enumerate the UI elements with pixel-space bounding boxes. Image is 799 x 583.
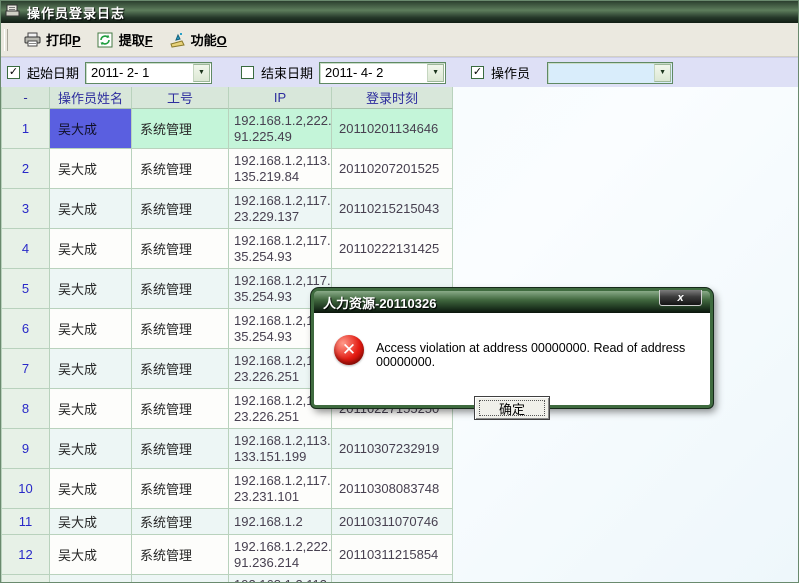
selected-cell[interactable]: 吴大成 bbox=[50, 109, 132, 149]
function-hotkey: O bbox=[217, 33, 227, 48]
header-employee-id: 工号 bbox=[132, 87, 229, 109]
end-date-checkbox[interactable] bbox=[241, 66, 254, 79]
window-titlebar: 操作员登录日志 bbox=[1, 1, 798, 23]
table-row[interactable]: 1 吴大成 系统管理 192.168.1.2,222.91.225.49 201… bbox=[2, 109, 453, 149]
function-label: 功能 bbox=[191, 33, 217, 48]
refresh-page-icon bbox=[97, 32, 114, 48]
printer-icon bbox=[24, 32, 41, 48]
window-icon bbox=[5, 4, 22, 20]
table-row[interactable]: 2 吴大成 系统管理 192.168.1.2,113.135.219.84 20… bbox=[2, 149, 453, 189]
start-date-combobox[interactable]: 2011- 2- 1 ▼ bbox=[85, 62, 212, 84]
check-icon: ✓ bbox=[473, 67, 482, 78]
ok-button-label: 确定 bbox=[479, 400, 545, 416]
table-header-row: - 操作员姓名 工号 IP 登录时刻 bbox=[2, 87, 453, 109]
error-message: Access violation at address 00000000. Re… bbox=[376, 341, 702, 369]
table-row[interactable]: 11 吴大成 系统管理 192.168.1.2 20110311070746 bbox=[2, 509, 453, 535]
dropdown-arrow-icon[interactable]: ▼ bbox=[654, 64, 671, 82]
error-dialog-title: 人力资源-20110326 bbox=[323, 293, 436, 312]
check-icon: ✓ bbox=[9, 67, 18, 78]
end-date-value: 2011- 4- 2 bbox=[320, 65, 427, 80]
dropdown-arrow-icon[interactable]: ▼ bbox=[427, 64, 444, 82]
table-row[interactable]: 3 吴大成 系统管理 192.168.1.2,117.23.229.137 20… bbox=[2, 189, 453, 229]
error-icon: ✕ bbox=[334, 335, 364, 365]
print-button[interactable]: 打印P bbox=[16, 27, 89, 52]
header-ip: IP bbox=[229, 87, 332, 109]
close-button[interactable]: x bbox=[659, 290, 702, 306]
table-row[interactable]: 192.168.1.2,113 bbox=[2, 575, 453, 583]
close-icon: x bbox=[677, 292, 683, 304]
ok-button[interactable]: 确定 bbox=[474, 396, 550, 420]
print-hotkey: P bbox=[72, 33, 81, 48]
end-date-combobox[interactable]: 2011- 4- 2 ▼ bbox=[319, 62, 446, 84]
dropdown-arrow-icon[interactable]: ▼ bbox=[193, 64, 210, 82]
error-dialog-body: ✕ Access violation at address 00000000. … bbox=[314, 313, 710, 408]
extract-label: 提取 bbox=[119, 33, 145, 48]
function-icon bbox=[169, 32, 186, 48]
toolbar-gripper[interactable] bbox=[4, 29, 8, 51]
start-date-checkbox[interactable]: ✓ bbox=[7, 66, 20, 79]
operator-checkbox[interactable]: ✓ bbox=[471, 66, 484, 79]
app-window: 操作员登录日志 打印P bbox=[0, 0, 799, 583]
header-operator-name: 操作员姓名 bbox=[50, 87, 132, 109]
end-date-label: 结束日期 bbox=[261, 63, 313, 82]
extract-hotkey: F bbox=[145, 33, 153, 48]
start-date-value: 2011- 2- 1 bbox=[86, 65, 193, 80]
header-index: - bbox=[2, 87, 50, 109]
extract-button[interactable]: 提取F bbox=[89, 27, 161, 52]
toolbar: 打印P 提取F 功能O bbox=[1, 23, 798, 57]
table-row[interactable]: 10 吴大成 系统管理 192.168.1.2,117.23.231.101 2… bbox=[2, 469, 453, 509]
error-dialog: 人力资源-20110326 x ✕ Access violation at ad… bbox=[311, 288, 713, 408]
filter-bar: ✓ 起始日期 2011- 2- 1 ▼ 结束日期 2011- 4- 2 ▼ ✓ … bbox=[1, 57, 798, 87]
window-title: 操作员登录日志 bbox=[27, 3, 125, 22]
header-login-time: 登录时刻 bbox=[332, 87, 453, 109]
error-dialog-titlebar: 人力资源-20110326 x bbox=[314, 291, 710, 313]
operator-combobox[interactable]: ▼ bbox=[547, 62, 673, 84]
operator-label: 操作员 bbox=[491, 63, 530, 82]
table-row[interactable]: 9 吴大成 系统管理 192.168.1.2,113.133.151.199 2… bbox=[2, 429, 453, 469]
start-date-label: 起始日期 bbox=[27, 63, 79, 82]
print-label: 打印 bbox=[46, 33, 72, 48]
table-row[interactable]: 12 吴大成 系统管理 192.168.1.2,222.91.236.214 2… bbox=[2, 535, 453, 575]
table-row[interactable]: 4 吴大成 系统管理 192.168.1.2,117.35.254.93 201… bbox=[2, 229, 453, 269]
function-button[interactable]: 功能O bbox=[161, 27, 235, 52]
